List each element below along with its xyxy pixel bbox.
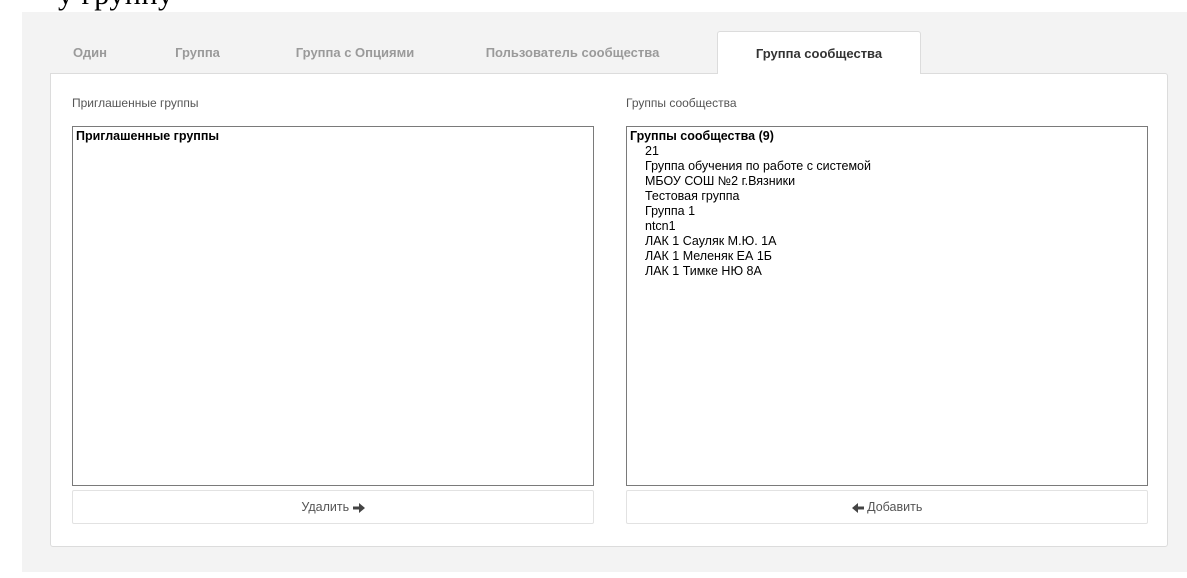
list-item[interactable]: Группа обучения по работе с системой	[627, 159, 1147, 174]
list-item[interactable]: ЛАК 1 Тимке НЮ 8А	[627, 264, 1147, 279]
invited-groups-optgroup: Приглашенные группы	[76, 129, 220, 143]
invited-groups-listbox[interactable]: Приглашенные группы	[72, 126, 594, 486]
list-item[interactable]: ntcn1	[627, 219, 1147, 234]
page-heading-clip: у группу	[0, 0, 1187, 12]
add-button-label: Добавить	[867, 500, 923, 514]
list-item[interactable]: ЛАК 1 Меленяк ЕА 1Б	[627, 249, 1147, 264]
arrow-left-icon	[851, 502, 864, 513]
tab-group-with-options[interactable]: Группа с Опциями	[265, 31, 445, 74]
arrow-right-icon	[352, 502, 365, 513]
add-button[interactable]: Добавить	[626, 490, 1148, 524]
tab-group[interactable]: Группа	[130, 31, 265, 74]
page-heading-fragment: у группу	[58, 0, 174, 12]
tab-bar: Один Группа Группа с Опциями Пользовател…	[50, 31, 1168, 74]
community-groups-optgroup: Группы сообщества (9)	[630, 129, 774, 143]
tab-community-user[interactable]: Пользователь сообщества	[460, 31, 685, 74]
community-groups-label: Группы сообщества	[626, 96, 737, 110]
list-item[interactable]: 21	[627, 144, 1147, 159]
list-item[interactable]: ЛАК 1 Сауляк М.Ю. 1А	[627, 234, 1147, 249]
remove-button[interactable]: Удалить	[72, 490, 594, 524]
list-item[interactable]: Группа 1	[627, 204, 1147, 219]
invited-groups-label: Приглашенные группы	[72, 96, 199, 110]
community-groups-listbox[interactable]: Группы сообщества (9) 21 Группа обучения…	[626, 126, 1148, 486]
list-item[interactable]: МБОУ СОШ №2 г.Вязники	[627, 174, 1147, 189]
list-item[interactable]: Тестовая группа	[627, 189, 1147, 204]
remove-button-label: Удалить	[301, 500, 350, 514]
tab-one[interactable]: Один	[50, 31, 130, 74]
tab-community-group[interactable]: Группа сообщества	[717, 31, 921, 74]
